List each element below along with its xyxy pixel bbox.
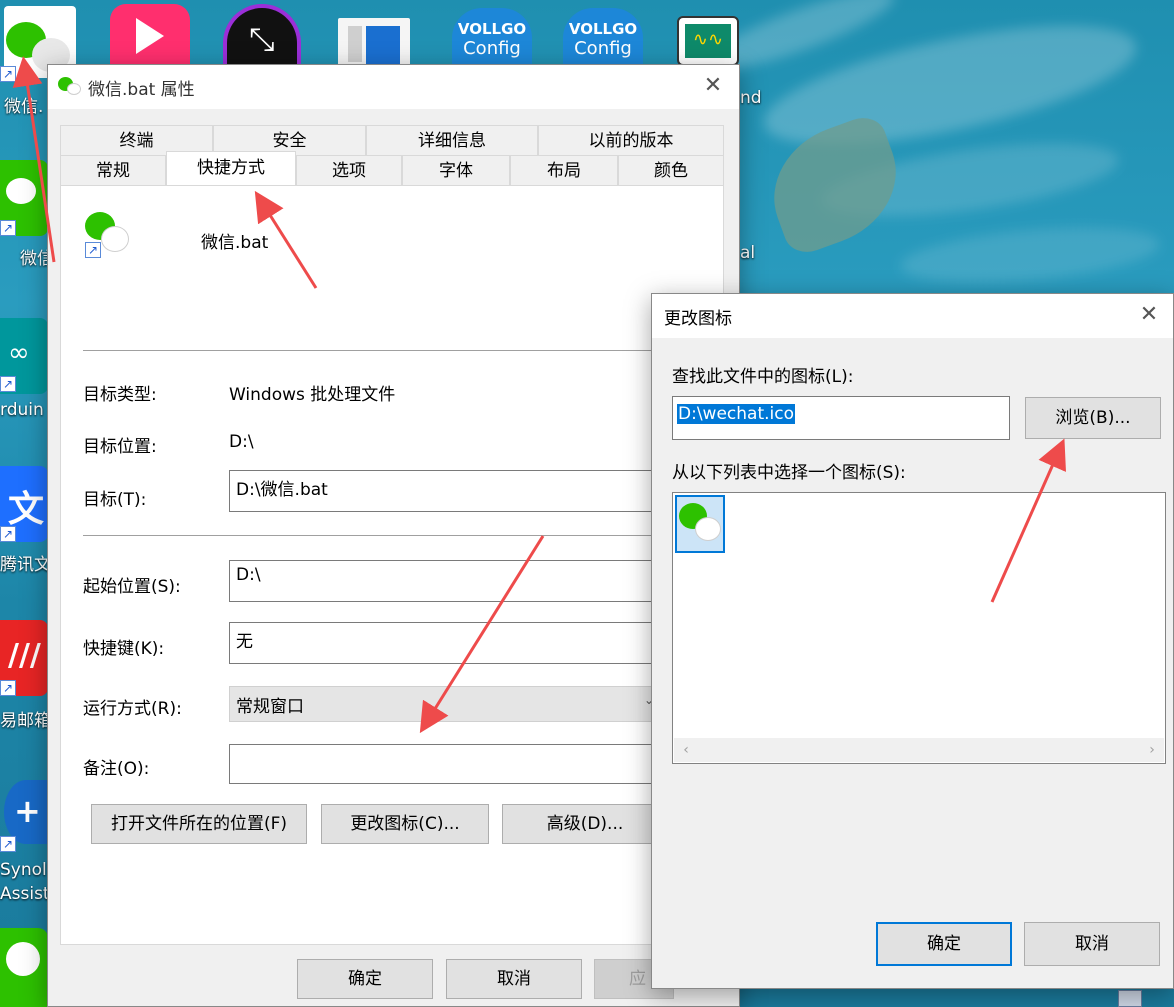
- start-in-label: 起始位置(S):: [83, 577, 181, 597]
- vollgo-config-icon-2[interactable]: VOLLGO Config: [563, 8, 643, 66]
- desktop-icon-label: Assist: [0, 884, 50, 904]
- run-label: 运行方式(R):: [83, 699, 182, 719]
- vollgo-config-icon-1[interactable]: VOLLGO Config: [452, 8, 532, 66]
- arduino-icon[interactable]: ∞ ↗ rduin: [0, 318, 48, 428]
- wechat-desktop-icon-2[interactable]: ↗ 微信: [0, 160, 54, 270]
- open-file-location-button[interactable]: 打开文件所在的位置(F): [91, 804, 307, 844]
- shortcut-panel: ↗ 微信.bat 目标类型: Windows 批处理文件 目标位置: D:\ 目…: [60, 185, 724, 945]
- wechat-icon: [679, 503, 723, 545]
- tab-options[interactable]: 选项: [296, 155, 402, 185]
- document-app-icon[interactable]: [338, 18, 410, 66]
- target-type-label: 目标类型:: [83, 385, 157, 405]
- wechat-title-icon: [58, 75, 82, 97]
- run-mode-value: 常规窗口: [236, 697, 304, 717]
- properties-titlebar[interactable]: 微信.bat 属性 ✕: [48, 65, 739, 109]
- shortcut-arrow-icon: ↗: [0, 680, 16, 696]
- desktop-icon-label: 微信.: [4, 97, 44, 117]
- shortcut-key-label: 快捷键(K):: [83, 639, 165, 659]
- vollgo-title: VOLLGO: [457, 20, 527, 38]
- scroll-left-icon[interactable]: ‹: [676, 738, 696, 762]
- waveform-app-icon[interactable]: ∿∿: [677, 16, 739, 66]
- horizontal-scrollbar[interactable]: ‹ ›: [674, 738, 1164, 762]
- look-for-icons-label: 查找此文件中的图标(L):: [672, 367, 854, 387]
- shortcut-arrow-icon: ↗: [0, 526, 16, 542]
- icon-path-input[interactable]: D:\wechat.ico: [672, 396, 1010, 440]
- comment-label: 备注(O):: [83, 759, 150, 779]
- shortcut-arrow-icon: ↗: [0, 66, 16, 82]
- select-icon-label: 从以下列表中选择一个图标(S):: [672, 463, 906, 483]
- icon-list[interactable]: ‹ ›: [672, 492, 1166, 764]
- advanced-button[interactable]: 高级(D)...: [502, 804, 668, 844]
- vollgo-title: VOLLGO: [568, 20, 638, 38]
- vollgo-sub: Config: [463, 38, 521, 59]
- file-name: 微信.bat: [201, 233, 269, 253]
- change-icon-cancel-button[interactable]: 取消: [1024, 922, 1160, 966]
- synology-assistant-icon[interactable]: + ↗ Synol Assist: [0, 776, 50, 906]
- target-label: 目标(T):: [83, 490, 147, 510]
- close-icon[interactable]: ✕: [1137, 304, 1161, 328]
- tab-layout[interactable]: 布局: [510, 155, 618, 185]
- target-input[interactable]: D:\微信.bat: [229, 470, 659, 512]
- target-location-value: D:\: [229, 432, 254, 452]
- run-mode-select[interactable]: 常规窗口 ⌄: [229, 686, 659, 722]
- tab-row-top: 终端 安全 详细信息 以前的版本: [60, 125, 724, 155]
- vollgo-sub: Config: [574, 38, 632, 59]
- pink-app-icon[interactable]: [110, 4, 190, 66]
- tab-general[interactable]: 常规: [60, 155, 166, 185]
- tab-colors[interactable]: 颜色: [618, 155, 724, 185]
- shortcut-arrow-icon: ↗: [0, 376, 16, 392]
- desktop-icon-label: Synol: [0, 860, 47, 880]
- icon-path-value: D:\wechat.ico: [677, 404, 795, 424]
- change-icon-ok-button[interactable]: 确定: [876, 922, 1012, 966]
- browse-button[interactable]: 浏览(B)...: [1025, 397, 1161, 439]
- tencent-docs-icon[interactable]: 文 ↗ 腾讯文: [0, 466, 51, 582]
- scroll-right-icon[interactable]: ›: [1142, 738, 1162, 762]
- tab-font[interactable]: 字体: [402, 155, 510, 185]
- start-in-input[interactable]: D:\: [229, 560, 659, 602]
- comment-input[interactable]: [229, 744, 659, 784]
- props-cancel-button[interactable]: 取消: [446, 959, 582, 999]
- water-highlight: [898, 218, 1162, 292]
- shrink-app-icon[interactable]: ⤡: [223, 4, 301, 66]
- desktop-icon-label: rduin: [0, 400, 44, 420]
- netease-mail-icon[interactable]: /// ↗ 易邮箱: [0, 620, 51, 732]
- icon-list-item[interactable]: [675, 495, 725, 553]
- wechat-bottom-icon[interactable]: [0, 928, 48, 1007]
- tray-corner-icon: [1118, 990, 1142, 1007]
- desktop-icon-label: 易邮箱: [0, 711, 51, 731]
- shortcut-arrow-icon: ↗: [0, 220, 16, 236]
- properties-dialog: 微信.bat 属性 ✕ 终端 安全 详细信息 以前的版本 常规 快捷方式 选项 …: [47, 64, 740, 1007]
- target-location-label: 目标位置:: [83, 437, 157, 457]
- change-icon-button[interactable]: 更改图标(C)...: [321, 804, 489, 844]
- separator: [83, 350, 667, 351]
- desktop-icon-label: 腾讯文: [0, 555, 51, 575]
- change-icon-title: 更改图标: [664, 308, 732, 329]
- tab-shortcut[interactable]: 快捷方式: [166, 151, 296, 185]
- shortcut-arrow-icon: ↗: [0, 836, 16, 852]
- shortcut-key-input[interactable]: 无: [229, 622, 659, 664]
- change-icon-titlebar[interactable]: 更改图标 ✕: [652, 294, 1173, 338]
- shortcut-arrow-icon: ↗: [85, 242, 101, 258]
- tab-details[interactable]: 详细信息: [366, 125, 538, 155]
- tab-previous-versions[interactable]: 以前的版本: [538, 125, 724, 155]
- change-icon-dialog: 更改图标 ✕ 查找此文件中的图标(L): D:\wechat.ico 浏览(B)…: [651, 293, 1174, 989]
- partial-desktop-label: nd: [740, 88, 762, 108]
- partial-desktop-label: al: [740, 243, 756, 263]
- separator: [83, 535, 667, 536]
- tab-row-bottom: 常规 快捷方式 选项 字体 布局 颜色: [60, 151, 724, 185]
- properties-title: 微信.bat 属性: [88, 79, 195, 100]
- target-type-value: Windows 批处理文件: [229, 385, 396, 405]
- close-icon[interactable]: ✕: [701, 75, 725, 99]
- props-ok-button[interactable]: 确定: [297, 959, 433, 999]
- file-icon: ↗: [85, 212, 133, 258]
